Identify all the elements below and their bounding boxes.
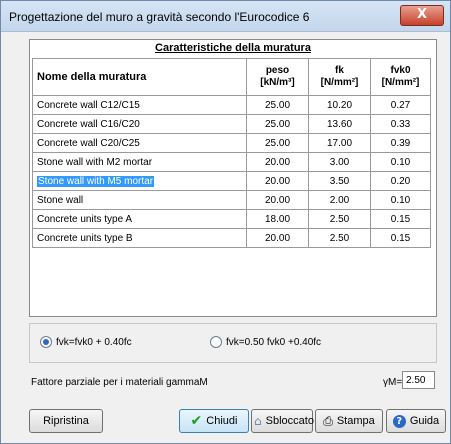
cell-name[interactable]: Concrete units type B bbox=[32, 228, 247, 248]
cell-peso[interactable]: 20.00 bbox=[246, 228, 309, 248]
header-fvk0-label: fvk0 bbox=[390, 65, 411, 76]
masonry-panel: Caratteristiche della muratura Nome dell… bbox=[29, 39, 437, 317]
table-row[interactable]: Concrete wall C12/C15 25.00 10.20 0.27 bbox=[32, 95, 431, 115]
close-button-label: Chiudi bbox=[206, 415, 238, 427]
table-row-selected[interactable]: Stone wall with M5 mortar 20.00 3.50 0.2… bbox=[32, 171, 431, 191]
cell-fk[interactable]: 2.50 bbox=[308, 228, 371, 248]
header-fvk0[interactable]: fvk0 [N/mm²] bbox=[370, 58, 431, 96]
header-peso[interactable]: peso [kN/m³] bbox=[246, 58, 309, 96]
header-peso-unit: [kN/m³] bbox=[260, 77, 295, 88]
gamma-symbol: γM= bbox=[383, 377, 403, 388]
help-icon: ? bbox=[392, 414, 406, 428]
cell-name[interactable]: Concrete wall C16/C20 bbox=[32, 114, 247, 134]
cell-fvk0[interactable]: 0.15 bbox=[370, 228, 431, 248]
unlock-button[interactable]: ⌂ Sbloccato bbox=[251, 409, 314, 433]
cell-fvk0[interactable]: 0.20 bbox=[370, 171, 431, 191]
cell-name[interactable]: Concrete wall C12/C15 bbox=[32, 95, 247, 115]
cell-fk[interactable]: 13.60 bbox=[308, 114, 371, 134]
radio-unselected-icon[interactable] bbox=[210, 336, 222, 348]
reset-button-label: Ripristina bbox=[43, 415, 89, 427]
cell-peso[interactable]: 25.00 bbox=[246, 95, 309, 115]
print-button-label: Stampa bbox=[336, 415, 375, 427]
cell-peso[interactable]: 25.00 bbox=[246, 114, 309, 134]
header-fvk0-unit: [N/mm²] bbox=[381, 77, 420, 88]
cell-fvk0[interactable]: 0.33 bbox=[370, 114, 431, 134]
formula-option-1-label[interactable]: fvk=fvk0 + 0.40fc bbox=[56, 337, 132, 348]
masonry-table: Nome della muratura peso [kN/m³] fk [N/m… bbox=[32, 58, 431, 248]
print-button[interactable]: ⎙ Stampa bbox=[315, 409, 383, 433]
unlock-icon: ⌂ bbox=[254, 414, 262, 428]
help-button-label: Guida bbox=[409, 415, 440, 427]
cell-name[interactable]: Stone wall with M2 mortar bbox=[32, 152, 247, 172]
formula-option-1[interactable]: fvk=fvk0 + 0.40fc bbox=[40, 336, 132, 348]
table-row[interactable]: Stone wall 20.00 2.00 0.10 bbox=[32, 190, 431, 210]
header-fk-label: fk bbox=[335, 65, 344, 76]
cell-fk[interactable]: 3.00 bbox=[308, 152, 371, 172]
table-row[interactable]: Stone wall with M2 mortar 20.00 3.00 0.1… bbox=[32, 152, 431, 172]
close-window-button[interactable]: X bbox=[400, 5, 444, 26]
cell-fvk0[interactable]: 0.15 bbox=[370, 209, 431, 229]
cell-fk[interactable]: 2.00 bbox=[308, 190, 371, 210]
help-button[interactable]: ? Guida bbox=[386, 409, 446, 433]
cell-name[interactable]: Concrete wall C20/C25 bbox=[32, 133, 247, 153]
close-button[interactable]: ✔ Chiudi bbox=[179, 409, 249, 433]
header-fk-unit: [N/mm²] bbox=[320, 77, 359, 88]
cell-name[interactable]: Concrete units type A bbox=[32, 209, 247, 229]
cell-fvk0[interactable]: 0.10 bbox=[370, 152, 431, 172]
cell-peso[interactable]: 20.00 bbox=[246, 152, 309, 172]
cell-fk[interactable]: 17.00 bbox=[308, 133, 371, 153]
cell-peso[interactable]: 20.00 bbox=[246, 190, 309, 210]
cell-peso[interactable]: 25.00 bbox=[246, 133, 309, 153]
gamma-input[interactable]: 2.50 bbox=[402, 371, 435, 389]
checkmark-icon: ✔ bbox=[190, 413, 203, 429]
cell-peso[interactable]: 20.00 bbox=[246, 171, 309, 191]
window-title: Progettazione del muro a gravità secondo… bbox=[9, 10, 310, 24]
cell-fvk0[interactable]: 0.10 bbox=[370, 190, 431, 210]
formula-option-2-label[interactable]: fvk=0.50 fvk0 +0.40fc bbox=[226, 337, 321, 348]
close-icon: X bbox=[416, 7, 428, 22]
header-name[interactable]: Nome della muratura bbox=[32, 58, 247, 96]
table-empty-area bbox=[32, 254, 430, 312]
cell-fk[interactable]: 10.20 bbox=[308, 95, 371, 115]
table-header-row: Nome della muratura peso [kN/m³] fk [N/m… bbox=[32, 58, 431, 96]
cell-fvk0[interactable]: 0.27 bbox=[370, 95, 431, 115]
formula-radio-group: fvk=fvk0 + 0.40fc fvk=0.50 fvk0 +0.40fc bbox=[29, 323, 437, 363]
table-row[interactable]: Concrete wall C20/C25 25.00 17.00 0.39 bbox=[32, 133, 431, 153]
table-row[interactable]: Concrete wall C16/C20 25.00 13.60 0.33 bbox=[32, 114, 431, 134]
printer-icon: ⎙ bbox=[323, 413, 333, 428]
gamma-label: Fattore parziale per i materiali gammaM bbox=[31, 377, 208, 388]
cell-fvk0[interactable]: 0.39 bbox=[370, 133, 431, 153]
cell-name[interactable]: Stone wall bbox=[32, 190, 247, 210]
selected-text[interactable]: Stone wall with M5 mortar bbox=[37, 175, 155, 187]
header-fk[interactable]: fk [N/mm²] bbox=[308, 58, 371, 96]
dialog-window: Progettazione del muro a gravità secondo… bbox=[0, 0, 451, 444]
cell-fk[interactable]: 3.50 bbox=[308, 171, 371, 191]
reset-button[interactable]: Ripristina bbox=[29, 409, 103, 433]
title-bar[interactable]: Progettazione del muro a gravità secondo… bbox=[1, 1, 450, 32]
cell-fk[interactable]: 2.50 bbox=[308, 209, 371, 229]
table-row[interactable]: Concrete units type B 20.00 2.50 0.15 bbox=[32, 228, 431, 248]
cell-peso[interactable]: 18.00 bbox=[246, 209, 309, 229]
table-row[interactable]: Concrete units type A 18.00 2.50 0.15 bbox=[32, 209, 431, 229]
unlock-button-label: Sbloccato bbox=[265, 415, 314, 427]
radio-selected-icon[interactable] bbox=[40, 336, 52, 348]
cell-name[interactable]: Stone wall with M5 mortar bbox=[32, 171, 247, 191]
formula-option-2[interactable]: fvk=0.50 fvk0 +0.40fc bbox=[210, 336, 321, 348]
panel-title: Caratteristiche della muratura bbox=[155, 42, 311, 54]
header-peso-label: peso bbox=[265, 65, 290, 76]
